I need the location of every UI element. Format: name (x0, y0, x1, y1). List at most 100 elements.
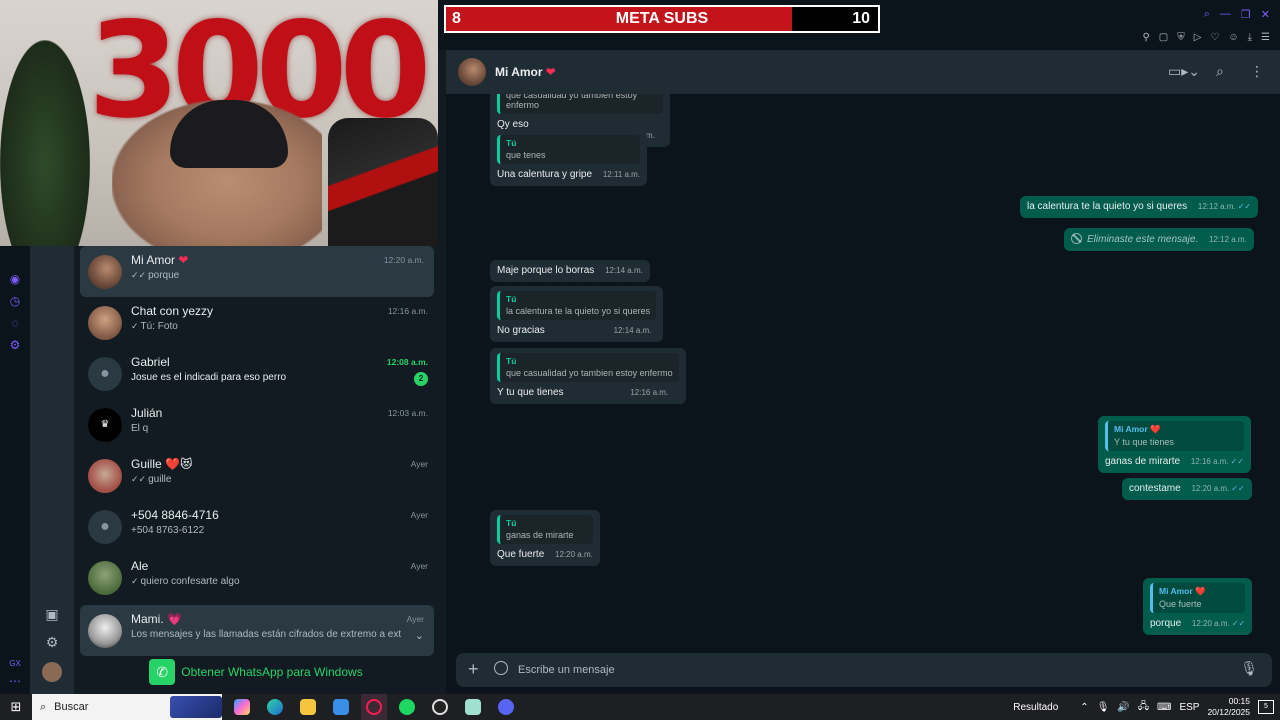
double-check-icon: ✓✓ (131, 474, 147, 484)
spotify-icon[interactable] (394, 694, 420, 720)
quoted-message[interactable]: Tú la calentura te la quieto yo si quere… (497, 291, 657, 320)
double-check-icon: ✓✓ (1231, 484, 1245, 493)
play-icon[interactable]: ▷ (1194, 32, 1202, 43)
profile-avatar[interactable] (42, 662, 62, 682)
account-icon[interactable]: ☺ (1228, 32, 1238, 43)
message-incoming[interactable]: Tú que tenes Una calentura y gripe 12:11… (490, 130, 648, 186)
keyboard-icon[interactable]: ⌨ (1157, 702, 1171, 713)
mic-icon[interactable]: 🎙 (1097, 702, 1110, 713)
quoted-message[interactable]: que casualidad yo tambien estoy enfermo (497, 94, 663, 114)
close-icon[interactable]: ✕ (1261, 8, 1270, 21)
obs-icon[interactable] (427, 694, 453, 720)
edge-icon[interactable] (262, 694, 288, 720)
contact-name: Mi Amor (495, 65, 543, 79)
chat-time: 12:20 a.m. (383, 255, 424, 265)
language-indicator[interactable]: ESP (1179, 702, 1199, 713)
chat-item-ale[interactable]: Ale Ayer ✓ quiero confesarte algo (74, 552, 438, 603)
maximize-icon[interactable]: ❐ (1241, 8, 1251, 21)
chat-preview: ✓✓ porque (131, 270, 180, 281)
network-icon[interactable]: 🖧 (1138, 699, 1149, 716)
message-text: Maje porque lo borras (497, 265, 595, 276)
history-icon[interactable]: ◷ (8, 294, 22, 308)
quoted-message[interactable]: Mi Amor ❤️ Que fuerte (1150, 583, 1246, 613)
windows-start-icon[interactable]: ⊞ (0, 694, 32, 720)
chat-item-gabriel[interactable]: ● Gabriel 12:08 a.m. Josue es el indicad… (74, 348, 438, 399)
search-icon: ⌕ (40, 700, 47, 713)
webcam-tree (0, 40, 90, 246)
chat-time: Ayer (410, 510, 428, 520)
contact-avatar[interactable] (458, 58, 486, 86)
video-call-icon[interactable]: ▭▸⌄ (1168, 63, 1200, 80)
gear-icon[interactable]: ⚙ (44, 634, 60, 650)
status-icon[interactable]: ◉ (8, 272, 22, 286)
taskbar-search[interactable]: ⌕ Buscar (32, 694, 222, 720)
quoted-author: Mi Amor ❤️ (1114, 424, 1161, 434)
microphone-icon[interactable]: 🎙 (1240, 660, 1258, 677)
message-outgoing[interactable]: Mi Amor ❤️ Que fuerte porque 12:20 a.m. ✓… (1143, 578, 1253, 635)
message-incoming[interactable]: Tú ganas de mirarte Que fuerte 12:20 a.m… (490, 510, 600, 566)
media-icon[interactable]: ▣ (44, 606, 60, 622)
message-time: 12:20 a.m. (555, 550, 593, 559)
copilot-icon[interactable] (229, 694, 255, 720)
get-whatsapp-text: Obtener WhatsApp para Windows (181, 665, 363, 679)
opera-gx-icon[interactable] (361, 694, 387, 720)
message-incoming[interactable]: Maje porque lo borras 12:14 a.m. (490, 260, 650, 282)
message-text: contestame (1129, 483, 1181, 494)
quoted-message[interactable]: Tú que casualidad yo tambien estoy enfer… (497, 353, 679, 382)
more-icon[interactable]: ⋯ (9, 674, 21, 688)
chat-item-julian[interactable]: ♛ Julián 12:03 a.m. El q (74, 399, 438, 450)
app-icon[interactable] (460, 694, 486, 720)
chat-item-mi-amor[interactable]: Mi Amor ❤ 12:20 a.m. ✓✓ porque (80, 246, 434, 297)
chat-item-phone[interactable]: ● +504 8846-4716 Ayer +504 8763-6122 (74, 501, 438, 552)
message-incoming[interactable]: Tú que casualidad yo tambien estoy enfer… (490, 348, 686, 404)
conversation-header[interactable]: Mi Amor ❤ ▭▸⌄ ⌕ ⋮ (446, 50, 1280, 94)
notification-icon[interactable]: 5 (1258, 700, 1274, 714)
chat-item-yezzy[interactable]: Chat con yezzy 12:16 a.m. ✓ Tú: Foto (74, 297, 438, 348)
search-icon[interactable]: ⌕ (1204, 8, 1210, 21)
clock[interactable]: 00:15 20/12/2025 (1207, 696, 1250, 718)
quoted-message[interactable]: Mi Amor ❤️ Y tu que tienes (1105, 421, 1245, 451)
tray-chevron-icon[interactable]: ⌃ (1080, 702, 1088, 713)
chat-preview: El q (131, 423, 149, 434)
message-input[interactable] (518, 661, 1198, 679)
attach-icon[interactable]: + (468, 659, 479, 680)
settings-icon[interactable]: ⚙ (8, 338, 22, 352)
menu-icon[interactable]: ☰ (1261, 32, 1270, 43)
quoted-author: Tú (506, 356, 517, 366)
store-icon[interactable] (328, 694, 354, 720)
chat-item-guille[interactable]: Guille ❤️😻 Ayer ✓✓ guille (74, 450, 438, 501)
avatar (88, 613, 122, 648)
discord-icon[interactable] (493, 694, 519, 720)
quoted-message[interactable]: Tú ganas de mirarte (497, 515, 593, 544)
messenger-icon[interactable]: ◌ (8, 316, 22, 330)
message-text: Una calentura y gripe (497, 169, 593, 180)
download-icon[interactable]: ⤓ (1248, 32, 1252, 43)
message-time: 12:16 a.m. (630, 388, 669, 397)
search-label: Buscar (54, 701, 89, 713)
weather-widget[interactable]: Resultado (1013, 702, 1058, 713)
quoted-message[interactable]: Tú que tenes (497, 135, 641, 164)
message-deleted[interactable]: Eliminaste este mensaje. 12:12 a.m. (1064, 228, 1254, 251)
file-explorer-icon[interactable] (295, 694, 321, 720)
whatsapp-icon: ✆ (149, 659, 176, 685)
more-options-icon[interactable]: ⋮ (1250, 63, 1264, 80)
heart-icon[interactable]: ♡ (1210, 32, 1219, 43)
webcam-overlay: 3000 (0, 0, 438, 246)
speaker-icon[interactable]: 🔊 (1117, 702, 1129, 713)
pin-icon[interactable]: ⚲ (1142, 32, 1149, 43)
message-outgoing[interactable]: Mi Amor ❤️ Y tu que tienes ganas de mira… (1098, 416, 1252, 473)
chevron-down-icon[interactable]: ⌄ (415, 629, 424, 642)
gx-icon[interactable]: GX (9, 659, 21, 668)
chat-time: Ayer (406, 614, 424, 624)
get-whatsapp-link[interactable]: ✆ Obtener WhatsApp para Windows (74, 650, 438, 694)
unread-badge: 2 (414, 372, 428, 386)
chat-item-mami[interactable]: Mami. 💗 Ayer Los mensajes y las llamadas… (80, 605, 434, 656)
sticker-icon[interactable] (494, 661, 508, 675)
message-incoming[interactable]: Tú la calentura te la quieto yo si quere… (490, 286, 664, 342)
snapshot-icon[interactable]: ▢ (1159, 32, 1168, 43)
shield-icon[interactable]: ⛨ (1177, 32, 1185, 43)
message-outgoing[interactable]: la calentura te la quieto yo si queres 1… (1020, 196, 1259, 218)
minimize-icon[interactable]: — (1220, 8, 1231, 21)
search-icon[interactable]: ⌕ (1216, 63, 1224, 80)
message-outgoing[interactable]: contestame 12:20 a.m. ✓✓ (1122, 478, 1252, 500)
